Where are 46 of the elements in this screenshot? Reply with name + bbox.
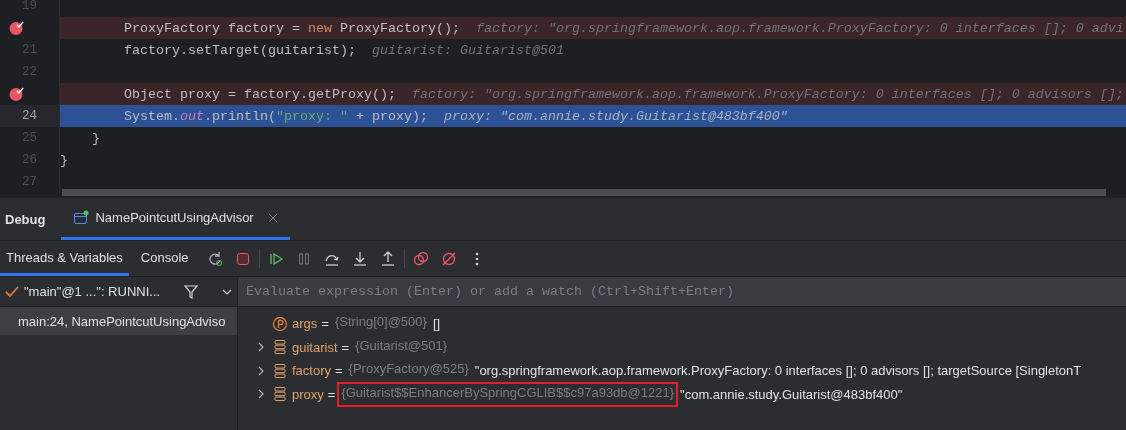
evaluate-field[interactable]: Evaluate expression (Enter) or add a watch (Ctrl+Shift+Enter) [238,277,1126,307]
window-icon [73,209,90,226]
field-icon [272,386,288,403]
equals-sign: = [327,386,336,402]
view-tab[interactable]: Console [134,241,195,276]
variable-name: guitarist [292,339,338,355]
mute-breakpoints-icon[interactable] [440,250,457,267]
variable-value: [] [432,316,441,332]
equals-sign: = [321,316,329,332]
variable-type: {String[0]@500} [333,313,428,332]
session-tab[interactable]: NamePointcutUsingAdvisor [61,198,290,240]
chevron-right-icon[interactable] [257,341,265,354]
close-icon[interactable] [267,212,278,223]
scrollbar[interactable] [62,189,1106,196]
chevron-right-icon[interactable] [257,364,265,377]
filter-icon [183,283,199,300]
panel-title: Debug [4,210,47,229]
breakpoint-icon [8,86,24,102]
variable-value: "com.annie.study.Guitarist@483bf400" [680,386,903,402]
field-icon [272,339,288,356]
equals-sign: = [341,339,350,355]
view-tab[interactable]: Threads & Variables [0,241,129,276]
code-line: } [91,129,101,148]
chevron-right-icon[interactable] [257,388,265,401]
variable-name: factory [292,363,331,379]
variable-type: {Guitarist@501} [354,336,449,355]
variable-name: proxy [292,386,324,402]
code-line: factory.setTarget(guitarist); guitarist: Guitarist@501 [123,41,565,60]
stack-frame[interactable]: main:24, NamePointcutUsingAdviso [0,307,237,335]
variable-type: {Guitarist$$EnhancerBySpringCGLIB$$c97a93db@1221} [337,381,679,407]
breakpoints-icon[interactable] [412,250,429,267]
step-out-icon[interactable] [379,250,396,267]
variable-value: "org.springframework.aop.framework.ProxyFactory: 0 interfaces []; 0 advisors []; targetSource [SingletonT [474,363,1082,379]
stop-icon[interactable] [234,250,251,267]
breakpoint-icon [8,20,24,36]
code-editor[interactable] [0,0,1126,198]
rerun-icon[interactable] [206,250,223,267]
step-into-icon[interactable] [351,250,368,267]
resume-icon[interactable] [267,250,284,267]
variable-type: {ProxyFactory@525} [347,360,470,379]
equals-sign: = [335,363,343,379]
field-icon [272,362,288,379]
line-number: 24 [22,109,37,123]
code-line: } [60,151,69,170]
parameter-icon [272,315,288,332]
variable-name: args [292,316,318,332]
